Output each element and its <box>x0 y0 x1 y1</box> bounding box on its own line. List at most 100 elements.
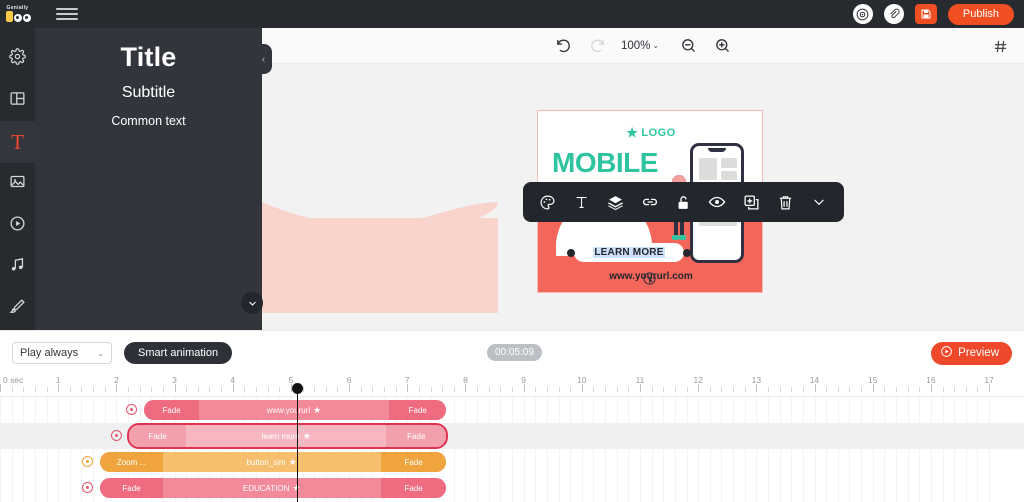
ruler-tick <box>349 384 351 392</box>
text-icon: T <box>11 129 24 154</box>
visibility-icon[interactable] <box>82 482 94 493</box>
timeline-bar[interactable]: Zoom ... button_sim ★ Fade <box>100 452 447 472</box>
hamburger-icon[interactable] <box>45 0 89 28</box>
timeline-track-row[interactable]: Fade learn more ★ Fade <box>0 423 1024 449</box>
ruler-tick <box>698 384 700 392</box>
timeline-tracks[interactable]: Fade www.yoururl ★ Fade Fade learn more ★ Fade Z… <box>0 397 1024 502</box>
sidebar-item-text[interactable]: T <box>0 121 35 164</box>
ruler-tick <box>407 384 409 392</box>
canvas-area[interactable]: 100% ⌄ ★ LOGO MOBILE LEARN MORE www.your… <box>262 28 1024 330</box>
sidebar-item-image[interactable] <box>0 163 35 205</box>
text-style-subtitle[interactable]: Subtitle <box>35 84 262 102</box>
learn-more-button[interactable]: LEARN MORE <box>574 243 684 262</box>
learn-more-selection[interactable]: LEARN MORE <box>567 243 691 262</box>
timeline-track-row[interactable]: Fade www.yoururl ★ Fade <box>0 397 1024 423</box>
timeline-in-effect[interactable]: Fade <box>144 400 199 420</box>
timeline-bar[interactable]: Fade learn more ★ Fade <box>129 425 447 447</box>
ruler-tick <box>279 387 281 392</box>
chevron-down-icon[interactable]: ⌄ <box>652 41 659 50</box>
timeline-ruler[interactable]: 0 sec 1 2 3 4 5 6 7 8 9 10 11 12 13 14 15 16 17 <box>0 375 1024 397</box>
ruler-tick <box>535 387 537 392</box>
ruler-tick <box>430 387 432 392</box>
timeline-in-effect[interactable]: Zoom ... <box>100 452 163 472</box>
sidebar-item-audio[interactable] <box>0 247 35 289</box>
timeline-bar[interactable]: Fade www.yoururl ★ Fade <box>144 400 447 420</box>
text-style-title[interactable]: Title <box>35 42 262 73</box>
preview-button[interactable]: Preview <box>931 341 1012 365</box>
ruler-tick <box>581 384 583 392</box>
timeline-playhead[interactable] <box>296 397 299 502</box>
phone-block-3 <box>721 171 737 180</box>
sidebar-item-settings[interactable] <box>0 38 35 80</box>
phone-block-1 <box>699 158 717 180</box>
save-icon[interactable] <box>914 4 937 24</box>
ruler-tick <box>628 387 630 392</box>
timeline-bar-name: button_sim <box>246 457 286 467</box>
timeline-bar[interactable]: FadeEDUCATION★Fade <box>100 478 447 498</box>
ruler-tick <box>593 387 595 392</box>
record-icon[interactable] <box>852 4 873 24</box>
unlock-icon[interactable] <box>670 189 696 215</box>
ruler-tick <box>221 387 223 392</box>
eye-icon[interactable] <box>704 189 730 215</box>
visibility-icon[interactable] <box>111 430 123 441</box>
palette-icon[interactable] <box>535 189 561 215</box>
resize-handle-right[interactable] <box>683 249 691 257</box>
slide-collapse-button[interactable] <box>241 292 263 314</box>
text-style-common[interactable]: Common text <box>35 114 262 128</box>
visibility-icon[interactable] <box>82 456 94 467</box>
sidebar-item-media[interactable] <box>0 205 35 247</box>
sidebar-item-brush[interactable] <box>0 288 35 330</box>
undo-icon[interactable] <box>547 29 581 63</box>
timeline-bar-name: www.yoururl <box>266 405 311 415</box>
ruler-tick <box>721 387 723 392</box>
ruler-tick <box>558 387 560 392</box>
text-icon[interactable] <box>569 189 595 215</box>
timeline-bar-label: learn more ★ <box>186 431 386 442</box>
play-mode-select[interactable]: Play always ⌄ <box>12 342 112 364</box>
phone-block-2 <box>721 158 737 168</box>
publish-button[interactable]: Publish <box>947 3 1014 25</box>
ruler-tick <box>686 387 688 392</box>
visibility-icon[interactable] <box>126 404 138 415</box>
slide-logo[interactable]: ★ LOGO <box>538 125 762 141</box>
timeline-out-effect[interactable]: Fade <box>380 478 447 498</box>
timeline-in-effect[interactable]: Fade <box>100 478 163 498</box>
timeline-out-effect[interactable]: Fade <box>380 452 447 472</box>
star-icon: ★ <box>626 125 639 140</box>
timeline-out-effect[interactable]: Fade <box>389 400 447 420</box>
timeline-playhead-handle[interactable] <box>291 383 303 394</box>
ruler-label: 5 <box>288 375 294 385</box>
duplicate-icon[interactable] <box>738 189 764 215</box>
brush-icon <box>9 298 26 320</box>
timeline-in-effect[interactable]: Fade <box>129 425 187 447</box>
trash-icon[interactable] <box>772 189 798 215</box>
learn-more-label: LEARN MORE <box>593 247 665 258</box>
zoom-out-icon[interactable] <box>671 29 705 63</box>
decorative-wave-shape[interactable] <box>262 218 498 313</box>
grid-icon[interactable] <box>990 36 1010 56</box>
smart-animation-button[interactable]: Smart animation <box>124 342 233 364</box>
timeline-track-row[interactable]: Zoom ... button_sim ★ Fade <box>0 449 1024 475</box>
ruler-tick <box>360 387 362 392</box>
ruler-tick <box>663 387 665 392</box>
slide-headline[interactable]: MOBILE <box>552 149 658 177</box>
timeline-out-effect[interactable]: Fade <box>386 425 447 447</box>
ruler-tick <box>186 387 188 392</box>
zoom-level-label[interactable]: 100% <box>621 40 650 52</box>
logo-glyphs <box>5 10 31 22</box>
zoom-in-icon[interactable] <box>705 29 739 63</box>
timeline-track-row[interactable]: FadeEDUCATION★Fade <box>0 475 1024 501</box>
star-icon: ★ <box>302 430 311 441</box>
attachment-icon[interactable] <box>883 4 904 24</box>
layers-icon[interactable] <box>603 189 629 215</box>
panel-collapse-button[interactable]: ‹ <box>255 44 272 74</box>
resize-handle-left[interactable] <box>567 249 575 257</box>
ruler-tick <box>768 387 769 392</box>
app-logo[interactable]: Genially <box>0 0 35 28</box>
link-icon[interactable] <box>637 189 663 215</box>
sidebar-item-layout[interactable] <box>0 80 35 122</box>
chevron-down-icon[interactable] <box>806 189 832 215</box>
ruler-tick <box>58 384 60 392</box>
ruler-tick <box>837 387 839 392</box>
